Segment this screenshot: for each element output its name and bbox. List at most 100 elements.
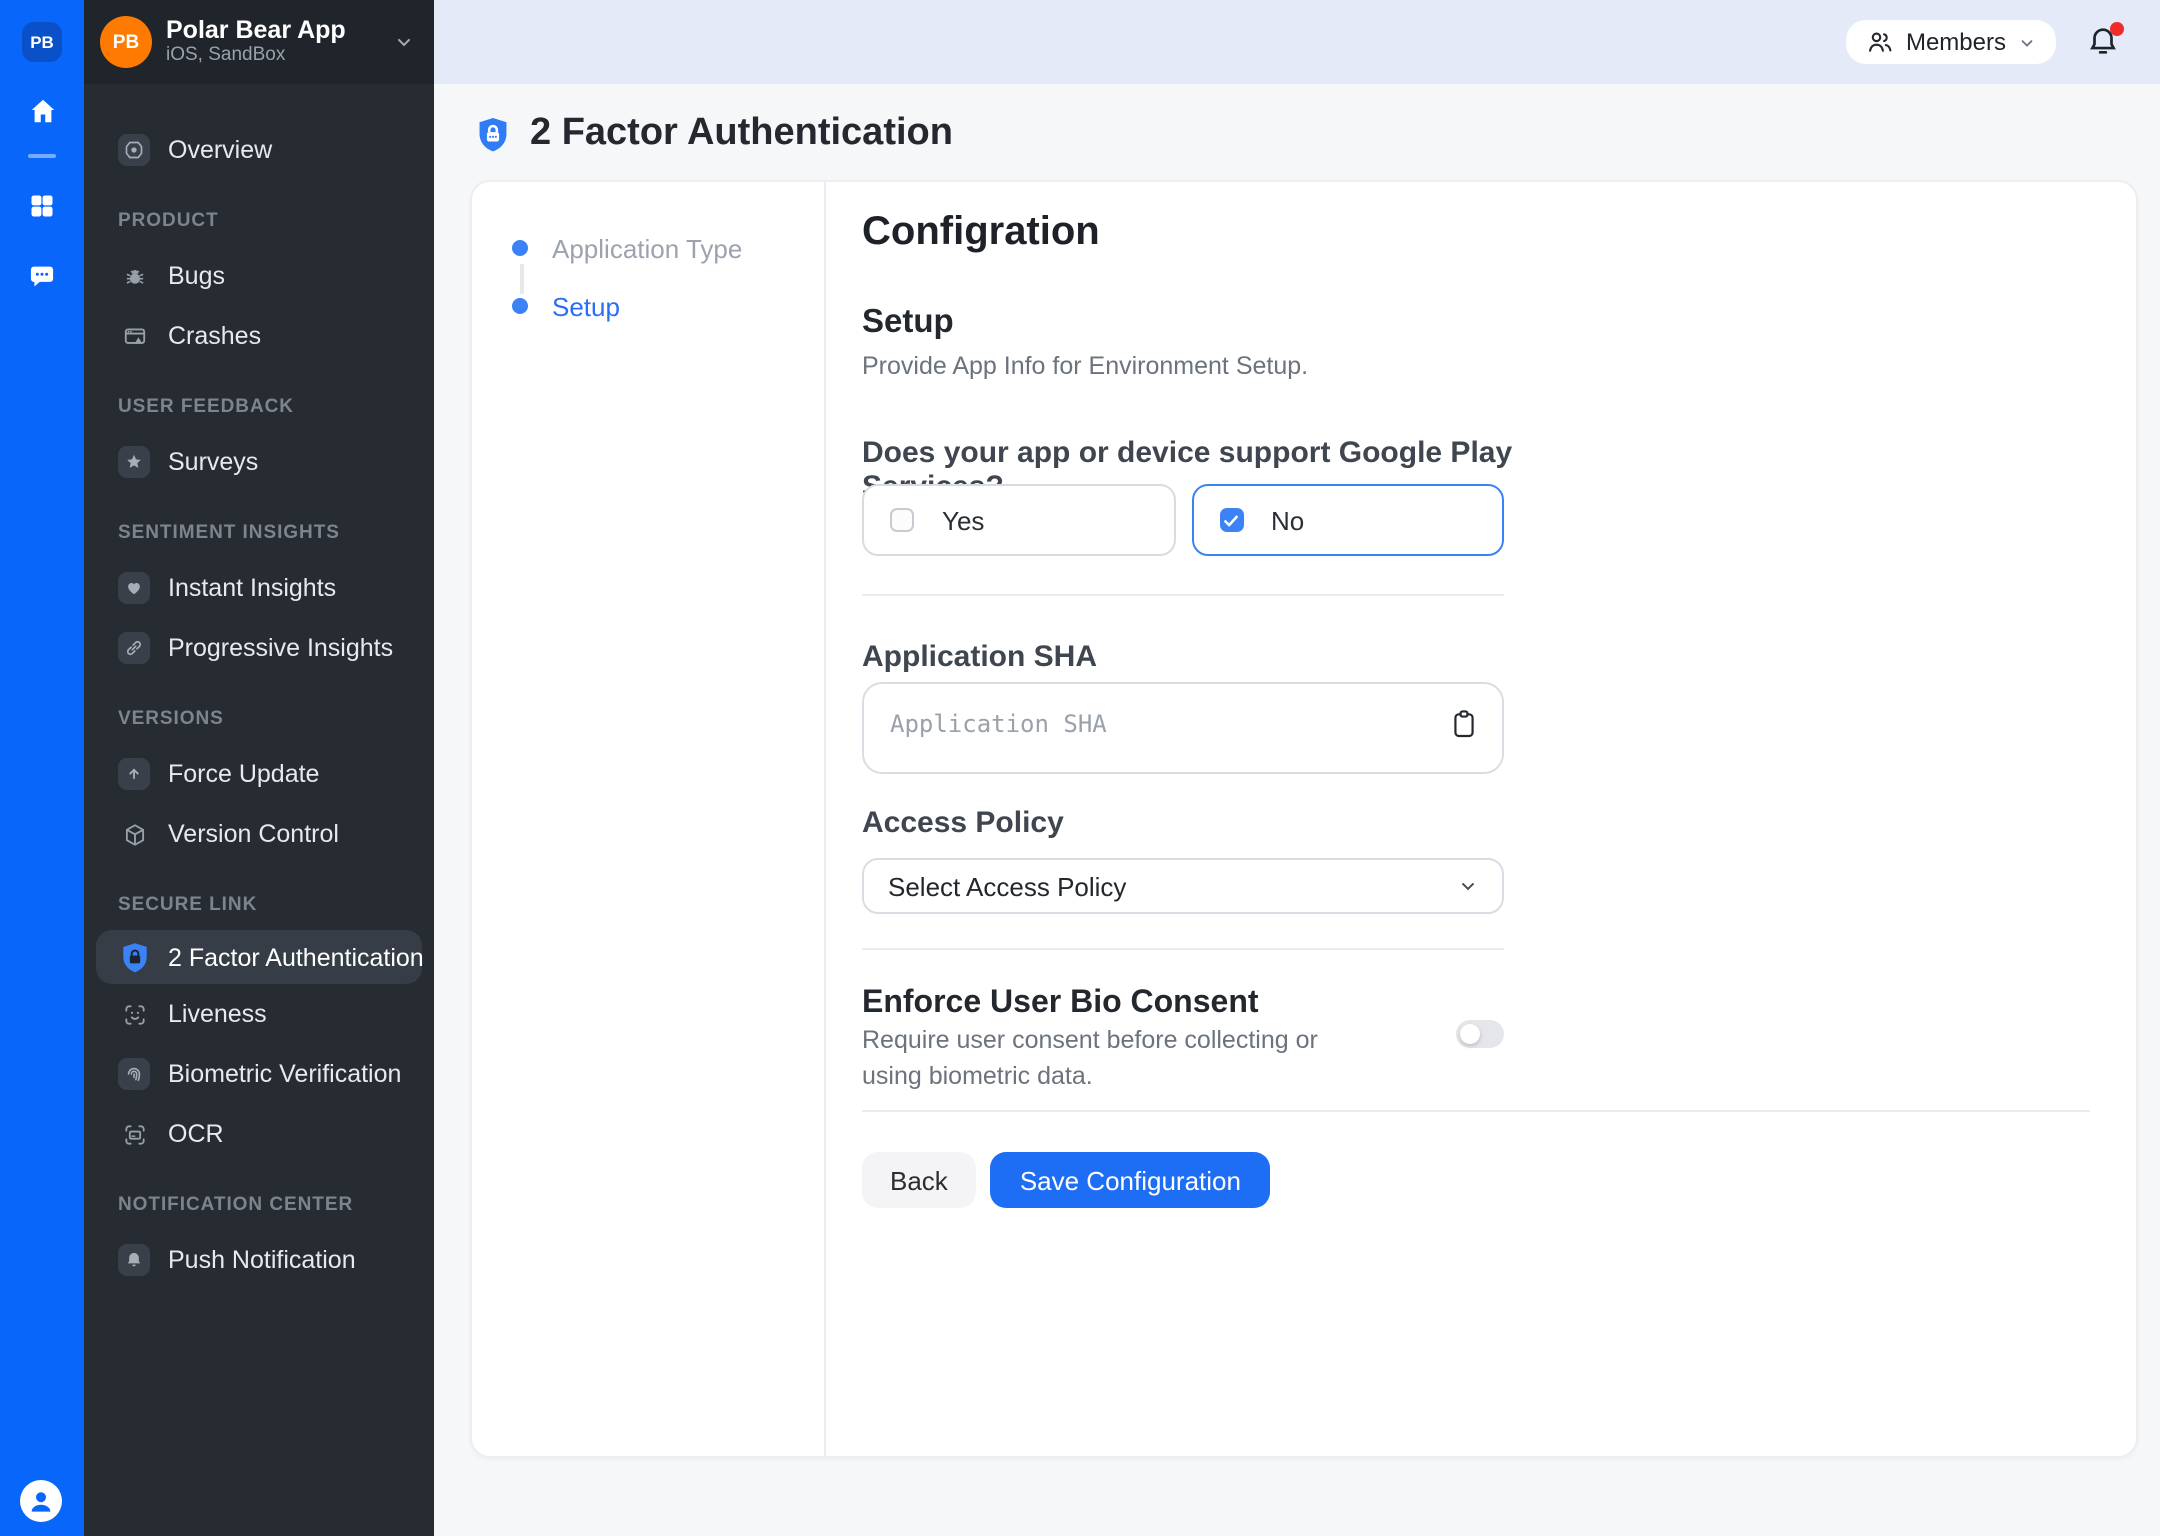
access-policy-select[interactable]: Select Access Policy: [862, 858, 1504, 914]
cube-icon: [118, 818, 150, 850]
section-label-user-feedback: USER FEEDBACK: [84, 396, 434, 418]
fingerprint-icon: [118, 1058, 150, 1090]
sidebar-item-label: Biometric Verification: [168, 1060, 401, 1088]
sidebar-item-label: Progressive Insights: [168, 634, 393, 662]
section-label-secure-link: SECURE LINK: [84, 894, 434, 916]
divider: [862, 594, 1504, 596]
user-avatar[interactable]: [20, 1480, 62, 1522]
configuration-form: Configration Setup Provide App Info for …: [824, 182, 2136, 1456]
sidebar-item-bugs[interactable]: Bugs: [84, 246, 434, 306]
clipboard-icon[interactable]: [1450, 708, 1478, 740]
consent-toggle[interactable]: [1456, 1020, 1504, 1048]
application-sha-field: [862, 682, 1504, 774]
application-sha-input[interactable]: [864, 684, 1502, 772]
consent-heading: Enforce User Bio Consent: [862, 986, 1504, 1022]
sidebar-item-label: OCR: [168, 1120, 224, 1148]
consent-description: Require user consent before collecting o…: [862, 1024, 1342, 1095]
app-switcher[interactable]: PB Polar Bear App iOS, SandBox: [84, 0, 434, 84]
apps-grid-icon[interactable]: [0, 192, 84, 220]
section-label-sentiment-insights: SENTIMENT INSIGHTS: [84, 522, 434, 544]
sidebar: PB Polar Bear App iOS, SandBox Overview …: [84, 0, 434, 1536]
workspace-badge[interactable]: PB: [22, 22, 62, 62]
sidebar-item-overview[interactable]: Overview: [84, 120, 434, 180]
overview-icon: [118, 134, 150, 166]
sidebar-item-label: Liveness: [168, 1000, 267, 1028]
chevron-down-icon: [2018, 33, 2036, 51]
sidebar-item-ocr[interactable]: OCR: [84, 1104, 434, 1164]
divider: [862, 1110, 2090, 1112]
google-play-options: Yes No: [862, 484, 1504, 556]
members-icon: [1866, 28, 1894, 56]
save-configuration-button[interactable]: Save Configuration: [990, 1152, 1271, 1208]
sidebar-item-label: Bugs: [168, 262, 225, 290]
app-platform: iOS, SandBox: [166, 45, 394, 68]
sidebar-item-progressive-insights[interactable]: Progressive Insights: [84, 618, 434, 678]
setup-description: Provide App Info for Environment Setup.: [862, 352, 1504, 380]
link-icon: [118, 632, 150, 664]
notification-dot: [2110, 22, 2124, 36]
sidebar-item-label: Instant Insights: [168, 574, 336, 602]
workspace-rail: PB: [0, 0, 84, 1536]
option-no[interactable]: No: [1191, 484, 1504, 556]
notifications-bell-icon[interactable]: [2086, 24, 2122, 60]
sidebar-item-force-update[interactable]: Force Update: [84, 744, 434, 804]
sidebar-item-liveness[interactable]: Liveness: [84, 984, 434, 1044]
form-actions: Back Save Configuration: [862, 1152, 1504, 1208]
page-title: 2 Factor Authentication: [530, 112, 953, 156]
toggle-knob: [1460, 1024, 1480, 1044]
topbar: Members: [434, 0, 2160, 84]
step-setup[interactable]: Setup: [552, 292, 620, 322]
app-avatar: PB: [100, 16, 152, 68]
option-yes-label: Yes: [942, 505, 984, 535]
sidebar-item-version-control[interactable]: Version Control: [84, 804, 434, 864]
divider: [862, 948, 1504, 950]
chat-icon[interactable]: [0, 262, 84, 290]
access-policy-value: Select Access Policy: [888, 871, 1126, 901]
checkbox-no[interactable]: [1219, 508, 1243, 532]
back-button[interactable]: Back: [862, 1152, 976, 1208]
bug-icon: [118, 260, 150, 292]
section-label-product: PRODUCT: [84, 210, 434, 232]
card-scan-icon: [118, 1118, 150, 1150]
sidebar-item-label: Overview: [168, 136, 272, 164]
configuration-card: Application Type Setup Configration Setu…: [470, 180, 2138, 1458]
sidebar-item-surveys[interactable]: Surveys: [84, 432, 434, 492]
sidebar-item-label: 2 Factor Authentication: [168, 943, 424, 971]
heart-icon: [118, 572, 150, 604]
sidebar-item-crashes[interactable]: Crashes: [84, 306, 434, 366]
shield-lock-icon: [476, 115, 510, 153]
arrow-up-icon: [118, 758, 150, 790]
shield-lock-icon: [118, 941, 150, 973]
access-policy-label: Access Policy: [862, 806, 1504, 840]
sidebar-item-label: Force Update: [168, 760, 319, 788]
sidebar-item-instant-insights[interactable]: Instant Insights: [84, 558, 434, 618]
option-no-label: No: [1271, 505, 1304, 535]
application-sha-label: Application SHA: [862, 640, 1504, 674]
page-header: 2 Factor Authentication: [476, 112, 953, 156]
sidebar-item-label: Crashes: [168, 322, 261, 350]
bell-icon: [118, 1244, 150, 1276]
main-content: 2 Factor Authentication Application Type…: [434, 84, 2160, 1536]
sidebar-item-label: Version Control: [168, 820, 339, 848]
step-dot-application-type: [512, 240, 528, 256]
stepper: Application Type Setup: [472, 182, 826, 1456]
sidebar-item-push-notification[interactable]: Push Notification: [84, 1230, 434, 1290]
sidebar-item-2fa[interactable]: 2 Factor Authentication: [96, 930, 422, 984]
members-button[interactable]: Members: [1846, 20, 2056, 64]
step-application-type[interactable]: Application Type: [552, 234, 742, 264]
section-label-versions: VERSIONS: [84, 708, 434, 730]
sidebar-item-label: Surveys: [168, 448, 258, 476]
chevron-down-icon: [1458, 876, 1478, 896]
chevron-down-icon: [394, 32, 414, 52]
checkbox-yes[interactable]: [890, 508, 914, 532]
step-connector: [519, 264, 523, 294]
home-icon[interactable]: [0, 96, 84, 126]
sidebar-item-biometric-verification[interactable]: Biometric Verification: [84, 1044, 434, 1104]
crash-icon: [118, 320, 150, 352]
setup-heading: Setup: [862, 304, 1504, 342]
sidebar-item-label: Push Notification: [168, 1246, 356, 1274]
rail-divider: [28, 154, 56, 158]
step-dot-setup: [512, 298, 528, 314]
section-label-notification-center: NOTIFICATION CENTER: [84, 1194, 434, 1216]
option-yes[interactable]: Yes: [862, 484, 1175, 556]
